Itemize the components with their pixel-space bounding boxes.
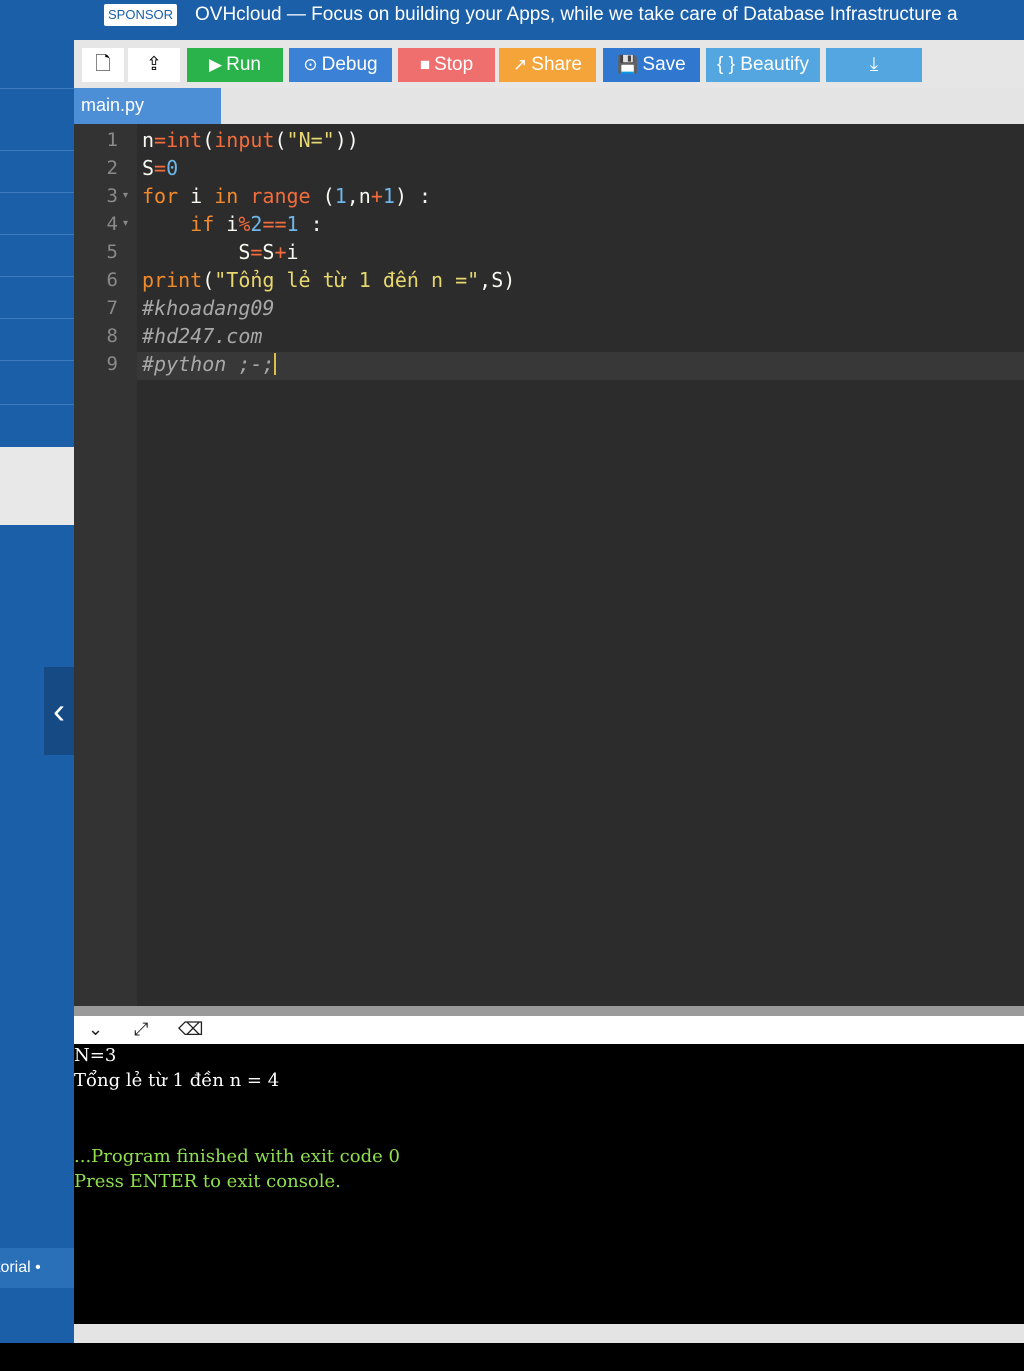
left-sidebar: ‹ torial • (0, 0, 74, 1343)
sidebar-divider (0, 150, 74, 151)
tab-main-py[interactable]: main.py (74, 88, 221, 124)
code-line: if i%2==1 : (190, 212, 323, 236)
sidebar-item-tutorial[interactable]: torial • (0, 1248, 74, 1288)
save-label: Save (642, 54, 686, 75)
console-line: Tổng lẻ từ 1 đền n = 4 (74, 1070, 280, 1091)
code-line: #hd247.com (142, 324, 263, 348)
new-file-button[interactable]: 🗋 (82, 48, 124, 82)
sidebar-divider (0, 192, 74, 193)
fold-arrow-icon[interactable]: ▾ (123, 218, 128, 229)
download-icon: ⤓ (869, 54, 879, 75)
line-number: 6 (106, 269, 118, 291)
text-cursor (274, 353, 277, 375)
code-line: print("Tổng lẻ từ 1 đến n =",S) (142, 268, 516, 292)
line-number: 3 (106, 185, 118, 207)
console-line: ...Program finished with exit code 0 (74, 1146, 400, 1167)
code-line: S=0 (142, 156, 179, 180)
sidebar-divider (0, 88, 74, 89)
play-icon: ▶ (209, 55, 223, 74)
chevron-down-icon[interactable]: ⌄ (88, 1019, 103, 1040)
line-number: 7 (106, 297, 118, 319)
sponsor-text[interactable]: OVHcloud — Focus on building your Apps, … (195, 3, 958, 27)
upload-icon: ⇪ (146, 54, 162, 75)
stop-button[interactable]: ■ Stop (398, 48, 495, 82)
download-button[interactable]: ⤓ (826, 48, 922, 82)
code-area[interactable]: n=int(input("N=")) S=0 for i in range (1… (137, 124, 1024, 1006)
line-number: 1 (106, 129, 118, 151)
line-number: 9 (106, 353, 118, 375)
line-number: 4 (106, 213, 118, 235)
line-number: 5 (106, 241, 118, 263)
save-button[interactable]: 💾 Save (603, 48, 700, 82)
share-label: Share (531, 54, 582, 75)
sidebar-divider (0, 276, 74, 277)
run-label: Run (226, 54, 261, 75)
beautify-button[interactable]: { } Beautify (706, 48, 820, 82)
share-button[interactable]: ↗ Share (499, 48, 596, 82)
sidebar-divider (0, 404, 74, 405)
code-line: #khoadang09 (142, 296, 275, 320)
upload-button[interactable]: ⇪ (128, 48, 180, 82)
console-toolbar: ⌄ ⤢ ⌫ (74, 1016, 1024, 1044)
line-number: 2 (106, 157, 118, 179)
stop-label: Stop (434, 54, 474, 75)
console-resize-handle[interactable] (74, 1006, 1024, 1016)
console-footer (74, 1324, 1024, 1343)
code-line: n=int(input("N=")) (142, 128, 359, 152)
clear-icon[interactable]: ⌫ (178, 1019, 203, 1040)
sidebar-item-label: torial • (0, 1259, 41, 1276)
expand-icon[interactable]: ⤢ (134, 1019, 148, 1040)
code-line: #python ;-; (142, 352, 277, 376)
stop-icon: ■ (419, 55, 431, 74)
code-line: S=S+i (142, 240, 299, 264)
code-editor[interactable]: 1 2 3 ▾ 4 ▾ 5 6 7 8 9 n=int(input("N="))… (74, 124, 1024, 1006)
file-icon: 🗋 (95, 54, 111, 75)
sidebar-divider (0, 360, 74, 361)
sidebar-divider (0, 234, 74, 235)
sponsor-banner[interactable]: SPONSOR OVHcloud — Focus on building you… (74, 0, 1024, 40)
sidebar-divider (0, 318, 74, 319)
fold-arrow-icon[interactable]: ▾ (123, 190, 128, 201)
code-line: for i in range (1,n+1) : (142, 184, 432, 208)
save-icon: 💾 (617, 55, 639, 74)
console-line: N=3 (74, 1045, 117, 1066)
debug-icon: ⊙ (303, 55, 318, 74)
toolbar: 🗋 ⇪ ▶ Run ⊙ Debug ■ Stop ↗ Share 💾 Save { } B… (74, 40, 1024, 88)
debug-label: Debug (321, 54, 378, 75)
file-tab-bar: main.py (74, 88, 1024, 124)
console-line: Press ENTER to exit console. (74, 1171, 341, 1192)
chevron-left-icon[interactable]: ‹ (44, 667, 74, 755)
run-button[interactable]: ▶ Run (187, 48, 283, 82)
output-console[interactable]: N=3 Tổng lẻ từ 1 đền n = 4 ...Program fi… (74, 1044, 1024, 1324)
debug-button[interactable]: ⊙ Debug (289, 48, 392, 82)
screen-bezel (0, 1343, 1024, 1371)
share-icon: ↗ (513, 55, 528, 74)
sidebar-panel (0, 447, 74, 525)
beautify-label: { } Beautify (717, 54, 809, 75)
sponsor-badge: SPONSOR (104, 4, 178, 26)
line-number-gutter: 1 2 3 ▾ 4 ▾ 5 6 7 8 9 (74, 124, 137, 1006)
line-number: 8 (106, 325, 118, 347)
